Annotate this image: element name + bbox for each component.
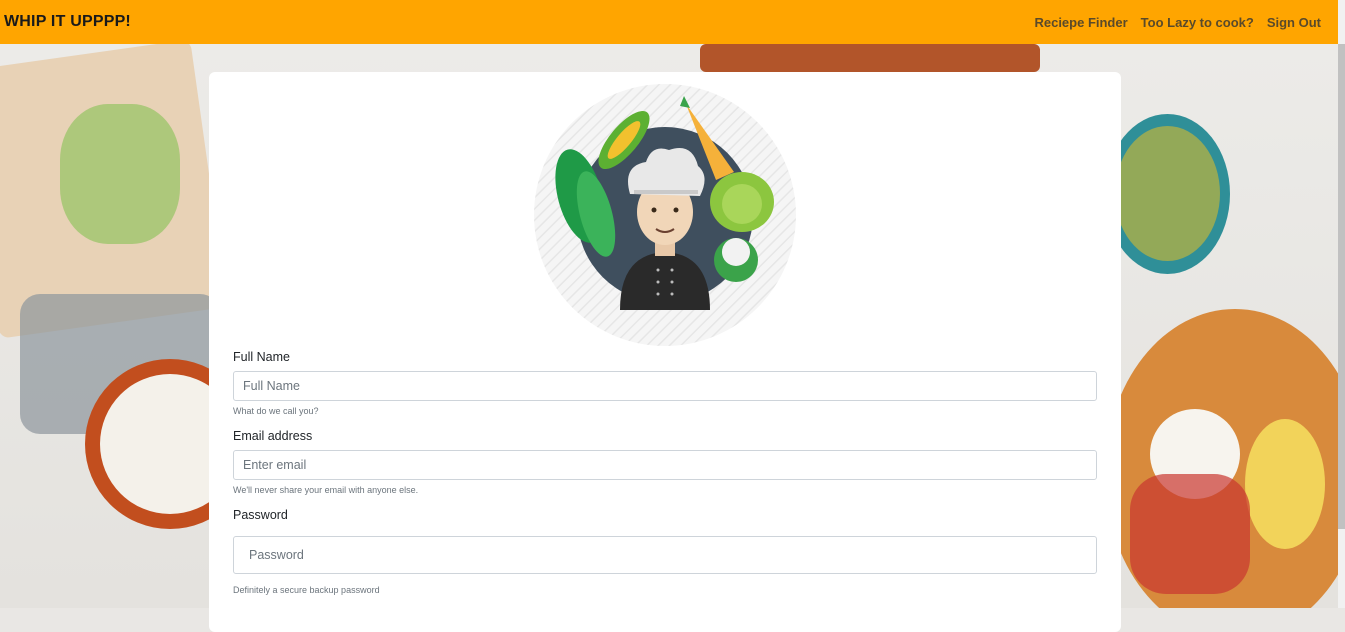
nav-links: Reciepe Finder Too Lazy to cook? Sign Ou… — [1034, 15, 1321, 30]
password-help: Definitely a secure backup password — [233, 585, 380, 595]
full-name-help: What do we call you? — [233, 406, 319, 416]
password-label: Password — [233, 508, 288, 522]
full-name-input[interactable] — [233, 371, 1097, 401]
nav-link-sign-out[interactable]: Sign Out — [1267, 15, 1321, 30]
password-input[interactable] — [233, 536, 1097, 574]
email-input[interactable] — [233, 450, 1097, 480]
scrollbar-thumb[interactable] — [1338, 44, 1345, 529]
chef-icon — [534, 84, 796, 346]
password-group: Password Definitely a secure backup pass… — [233, 508, 1097, 595]
email-group: Email address We'll never share your ema… — [233, 429, 1097, 495]
nav-link-too-lazy[interactable]: Too Lazy to cook? — [1141, 15, 1254, 30]
nav-link-recipe-finder[interactable]: Reciepe Finder — [1034, 15, 1127, 30]
brand-logo[interactable]: WHIP IT UPPPP! — [4, 13, 131, 31]
signup-form: Full Name What do we call you? Email add… — [233, 350, 1097, 608]
full-name-label: Full Name — [233, 350, 290, 364]
signup-card: Full Name What do we call you? Email add… — [209, 72, 1121, 632]
navbar: WHIP IT UPPPP! Reciepe Finder Too Lazy t… — [0, 0, 1338, 44]
scrollbar[interactable] — [1338, 0, 1345, 608]
full-name-group: Full Name What do we call you? — [233, 350, 1097, 416]
email-help: We'll never share your email with anyone… — [233, 485, 419, 495]
email-label: Email address — [233, 429, 313, 443]
